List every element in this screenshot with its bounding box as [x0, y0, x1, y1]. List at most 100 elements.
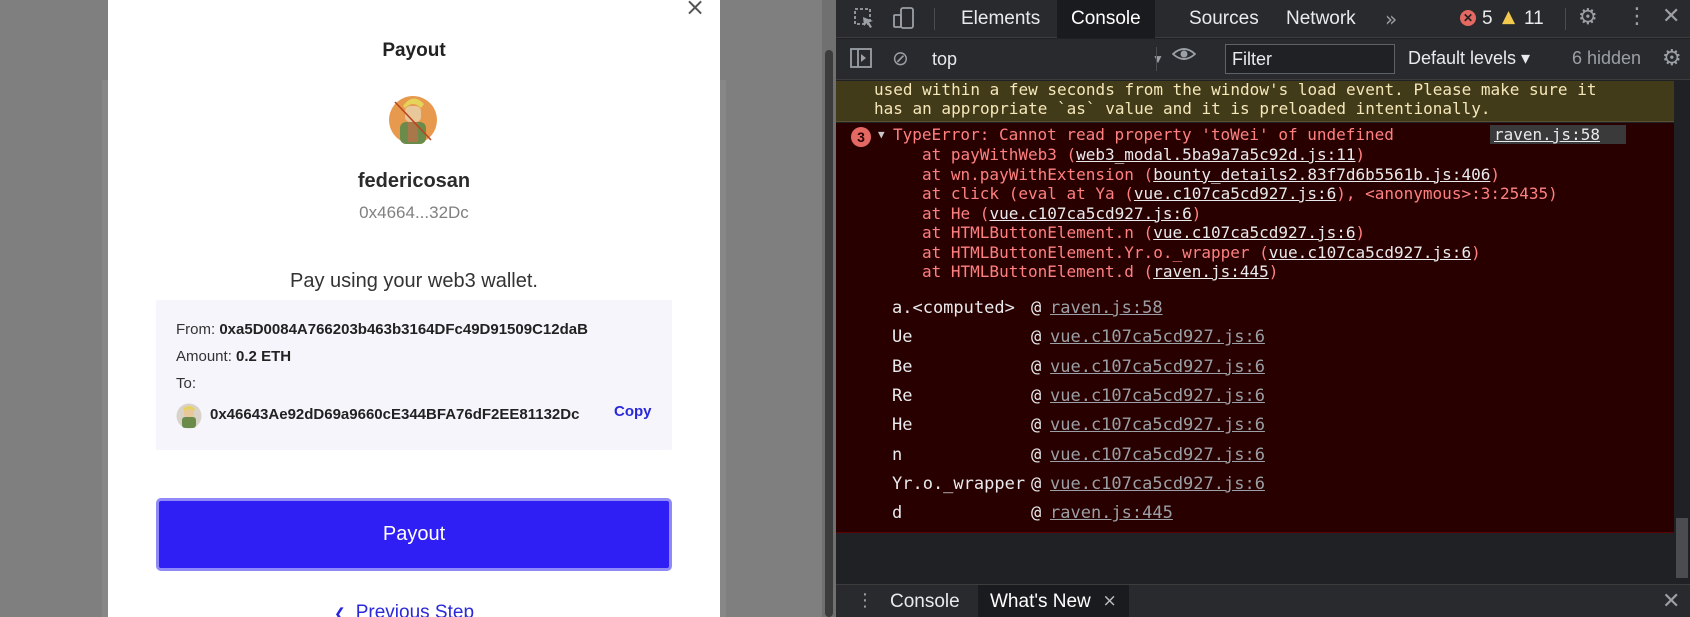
- stack-frame-link[interactable]: vue.c107ca5cd927.js:6: [1153, 223, 1355, 242]
- expand-triangle-icon[interactable]: ▼: [878, 128, 885, 141]
- stack-frame-text: ): [1490, 164, 1500, 184]
- error-message: TypeError: Cannot read property 'toWei' …: [893, 125, 1394, 144]
- stack-frame-text: at HTMLButtonElement.Yr.o._wrapper (: [922, 242, 1269, 262]
- console-error-message: 3 ▼ TypeError: Cannot read property 'toW…: [836, 123, 1674, 533]
- context-select[interactable]: top ▼: [928, 45, 1164, 73]
- log-levels-select[interactable]: Default levels ▾: [1408, 48, 1530, 69]
- stack-frame-text: at wn.payWithExtension (: [922, 164, 1154, 184]
- stack-frame-text: at click (eval at Ya (: [922, 184, 1134, 203]
- error-source-link[interactable]: raven.js:58: [1490, 125, 1626, 144]
- close-devtools-icon[interactable]: ✕: [1662, 4, 1680, 29]
- trace-source-link[interactable]: vue.c107ca5cd927.js:6: [1050, 357, 1265, 377]
- stack-frame: at click (eval at Ya (vue.c107ca5cd927.j…: [922, 184, 1558, 203]
- stack-frame-text: at He (: [922, 203, 990, 223]
- trace-source-link[interactable]: vue.c107ca5cd927.js:6: [1050, 415, 1265, 435]
- stack-frame-link[interactable]: vue.c107ca5cd927.js:6: [1269, 243, 1471, 262]
- close-drawer-icon[interactable]: ✕: [1662, 589, 1680, 614]
- console-settings-gear-icon[interactable]: ⚙: [1662, 46, 1682, 71]
- devtools-tabbar: Elements Console Sources Network » ✕ 5 ▲…: [836, 0, 1690, 38]
- previous-step-link[interactable]: ❮ Previous Step: [334, 602, 474, 617]
- stack-frame: at wn.payWithExtension (bounty_details2.…: [922, 165, 1500, 184]
- drawer-tab-label: What's New: [990, 591, 1091, 612]
- stack-frame: at He (vue.c107ca5cd927.js:6): [922, 204, 1201, 223]
- error-icon[interactable]: ✕: [1460, 10, 1476, 26]
- inspect-element-icon[interactable]: [852, 6, 876, 30]
- stack-frame-link[interactable]: web3_modal.5ba9a7a5c92d.js:11: [1076, 145, 1355, 164]
- warning-text: used within a few seconds from the windo…: [874, 81, 1597, 99]
- payout-button[interactable]: Payout: [156, 498, 672, 571]
- user-avatar: [389, 96, 437, 144]
- previous-step-label: Previous Step: [355, 602, 475, 617]
- live-expression-eye-icon[interactable]: [1172, 46, 1196, 62]
- stack-frame-link[interactable]: vue.c107ca5cd927.js:6: [989, 204, 1191, 223]
- chevron-down-icon: ▼: [1152, 52, 1164, 66]
- clear-console-icon[interactable]: ⊘: [892, 46, 909, 70]
- trace-at-symbol: @: [1031, 356, 1042, 377]
- devtools-panel: Elements Console Sources Network » ✕ 5 ▲…: [836, 0, 1690, 617]
- modal-title: Payout: [382, 40, 446, 61]
- trace-function: n: [892, 444, 903, 465]
- stack-frame-text: at payWithWeb3 (: [922, 145, 1077, 164]
- stack-frame-text: ): [1355, 145, 1366, 164]
- tx-from-row: From: 0xa5D0084A766203b463b3164DFc49D915…: [176, 321, 588, 338]
- hidden-messages-count: 6 hidden: [1572, 48, 1642, 68]
- stack-frame: at HTMLButtonElement.d (raven.js:445): [922, 262, 1278, 281]
- drawer-tab-console[interactable]: Console: [878, 585, 972, 617]
- trace-at-symbol: @: [1031, 473, 1042, 494]
- trace-at-symbol: @: [1031, 503, 1042, 524]
- recipient-address: 0x46643Ae92dD69a9660cE344BFA76dF2EE81132…: [210, 406, 580, 423]
- username: federicosan: [357, 170, 471, 192]
- console-toolbar: ⊘ top ▼ Default levels ▾ 6 hidden ⚙: [836, 39, 1690, 80]
- warning-icon[interactable]: ▲: [1502, 7, 1515, 27]
- trace-function: Yr.o._wrapper: [892, 473, 1026, 494]
- trace-function: d: [892, 503, 903, 524]
- stack-frame-text: ): [1191, 203, 1202, 223]
- close-icon[interactable]: ×: [682, 0, 708, 20]
- sidebar-toggle-icon[interactable]: [850, 48, 872, 68]
- trace-function: Be: [892, 356, 913, 377]
- separator: [1565, 8, 1566, 30]
- device-toolbar-icon[interactable]: [892, 6, 916, 30]
- tab-console[interactable]: Console: [1057, 0, 1155, 38]
- separator: [934, 8, 935, 30]
- trace-source-link[interactable]: vue.c107ca5cd927.js:6: [1050, 386, 1265, 406]
- filter-input[interactable]: [1225, 44, 1395, 74]
- trace-function: a.<computed>: [892, 298, 1015, 318]
- trace-source-link[interactable]: vue.c107ca5cd927.js:6: [1050, 327, 1265, 347]
- trace-at-symbol: @: [1031, 444, 1042, 465]
- console-scrollbar-thumb[interactable]: [1676, 518, 1688, 578]
- more-tabs-icon[interactable]: »: [1385, 7, 1397, 31]
- tab-elements[interactable]: Elements: [947, 0, 1054, 38]
- close-tab-icon[interactable]: ×: [1103, 585, 1117, 617]
- warning-text: has an appropriate `as` value and it is …: [874, 99, 1491, 118]
- trace-source-link[interactable]: vue.c107ca5cd927.js:6: [1050, 445, 1265, 465]
- stack-frame-link[interactable]: bounty_details2.83f7d6b5561b.js:406: [1153, 165, 1490, 184]
- repeat-count-badge: 3: [851, 127, 871, 147]
- trace-at-symbol: @: [1031, 298, 1042, 318]
- warning-count[interactable]: 11: [1524, 8, 1544, 30]
- kebab-menu-icon[interactable]: ⋮: [1626, 4, 1648, 29]
- settings-gear-icon[interactable]: ⚙: [1578, 5, 1598, 30]
- page-scrollbar-thumb[interactable]: [825, 50, 833, 617]
- trace-source-link[interactable]: raven.js:445: [1050, 503, 1173, 523]
- trace-source-link[interactable]: vue.c107ca5cd927.js:6: [1050, 474, 1265, 494]
- copy-address-button[interactable]: Copy: [614, 403, 652, 420]
- trace-at-symbol: @: [1031, 385, 1042, 406]
- wallet-address-short: 0x4664...32Dc: [359, 203, 469, 222]
- tx-amount-value: 0.2 ETH: [236, 348, 292, 365]
- chevron-left-icon: ❮: [334, 605, 346, 617]
- tx-from-value: 0xa5D0084A766203b463b3164DFc49D91509C12d…: [219, 321, 588, 338]
- trace-source-link[interactable]: raven.js:58: [1050, 298, 1163, 318]
- error-count[interactable]: 5: [1482, 8, 1493, 30]
- drawer-tab-whats-new[interactable]: What's New ×: [978, 585, 1129, 617]
- tab-sources[interactable]: Sources: [1175, 0, 1273, 38]
- stack-frame-link[interactable]: raven.js:445: [1153, 262, 1269, 281]
- stack-frame-text: ): [1268, 262, 1279, 281]
- separator: [1156, 47, 1157, 71]
- trace-at-symbol: @: [1031, 415, 1042, 436]
- stack-frame-text: ), <anonymous>:3:25435): [1336, 184, 1558, 203]
- stack-frame: at HTMLButtonElement.Yr.o._wrapper (vue.…: [922, 243, 1481, 262]
- tab-network[interactable]: Network: [1272, 0, 1370, 38]
- drawer-menu-icon[interactable]: ⋮: [856, 590, 874, 611]
- stack-frame-link[interactable]: vue.c107ca5cd927.js:6: [1134, 184, 1336, 203]
